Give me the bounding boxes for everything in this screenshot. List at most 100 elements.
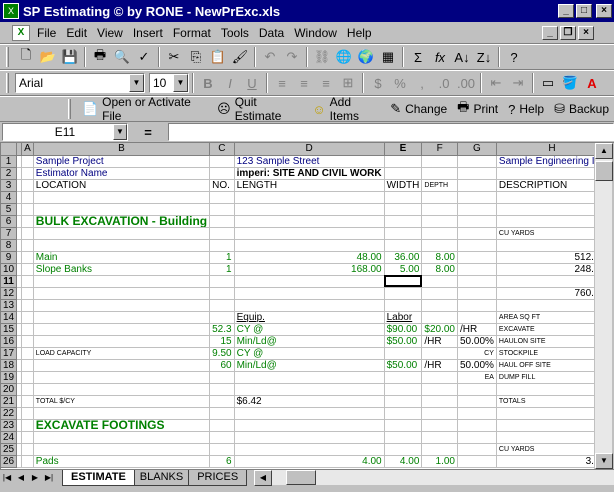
print-icon[interactable]: 🖶 <box>89 46 111 68</box>
cell-b14[interactable] <box>33 311 211 324</box>
cell-d2[interactable]: imperi: SITE AND CIVIL WORK <box>234 167 385 180</box>
redo-icon[interactable]: ↷ <box>281 46 303 68</box>
cell-b1[interactable]: Sample Project <box>33 155 211 168</box>
scroll-up-icon[interactable]: ▲ <box>595 143 613 159</box>
underline-icon[interactable]: U <box>241 72 263 94</box>
cell-c13[interactable] <box>209 299 235 312</box>
print-button[interactable]: 🖶 Print <box>452 98 503 120</box>
cell-h17[interactable]: STOCKPILE <box>496 347 594 360</box>
format-painter-icon[interactable]: 🖌 <box>229 46 251 68</box>
chevron-down-icon[interactable]: ▼ <box>113 124 127 140</box>
cell-e11[interactable] <box>384 275 423 288</box>
tab-prices[interactable]: PRICES <box>188 470 248 486</box>
cell-a1[interactable] <box>21 155 34 168</box>
cell-f9[interactable]: 8.00 <box>421 251 458 264</box>
cell-h2[interactable] <box>496 167 594 180</box>
cell-f2[interactable] <box>421 167 458 180</box>
horizontal-scroll-thumb[interactable] <box>286 470 316 485</box>
cell-e26[interactable]: 4.00 <box>384 455 423 468</box>
cell-h19[interactable]: DUMP FILL <box>496 371 594 384</box>
cell-a17[interactable] <box>21 347 34 360</box>
cell-g21[interactable] <box>457 395 497 408</box>
cell-h5[interactable] <box>496 203 594 216</box>
doc-close-button[interactable]: × <box>578 25 594 40</box>
cell-g6[interactable] <box>457 215 497 228</box>
cell-g3[interactable] <box>457 179 497 192</box>
column-header-b[interactable]: B <box>33 143 211 156</box>
cell-a19[interactable] <box>21 371 34 384</box>
borders-icon[interactable]: ▭ <box>537 72 559 94</box>
cell-b25[interactable] <box>33 443 211 456</box>
cell-h16[interactable]: HAULON SITE <box>496 335 594 348</box>
doc-restore-button[interactable]: ❐ <box>560 25 576 40</box>
cell-g17[interactable]: CY <box>457 347 497 360</box>
cell-d15[interactable]: CY @ <box>234 323 385 336</box>
cell-g12[interactable] <box>457 287 497 300</box>
cell-b19[interactable] <box>33 371 211 384</box>
cell-c14[interactable] <box>209 311 235 324</box>
cell-b4[interactable] <box>33 191 211 204</box>
row-header[interactable]: 14 <box>1 311 18 324</box>
paste-icon[interactable]: 📋 <box>207 46 229 68</box>
name-box[interactable]: E11 ▼ <box>2 123 128 141</box>
cell-f22[interactable] <box>421 407 458 420</box>
column-header-c[interactable]: C <box>209 143 235 156</box>
first-sheet-icon[interactable]: |◀ <box>0 470 14 485</box>
font-size-select[interactable]: 10 ▼ <box>149 73 189 93</box>
cell-a15[interactable] <box>21 323 34 336</box>
cell-f12[interactable] <box>421 287 458 300</box>
align-center-icon[interactable]: ≡ <box>293 72 315 94</box>
cell-f10[interactable]: 8.00 <box>421 263 458 276</box>
cell-d1[interactable]: 123 Sample Street <box>234 155 385 168</box>
cell-h23[interactable] <box>496 419 594 432</box>
row-header[interactable]: 2 <box>1 167 18 180</box>
cell-e18[interactable]: $50.00 <box>384 359 423 372</box>
cell-e4[interactable] <box>384 191 423 204</box>
row-header[interactable]: 11 <box>1 275 18 288</box>
globe-icon[interactable]: 🌍 <box>355 46 377 68</box>
cell-e22[interactable] <box>384 407 423 420</box>
cell-d12[interactable] <box>234 287 385 300</box>
cell-f13[interactable] <box>421 299 458 312</box>
cell-f25[interactable] <box>421 443 458 456</box>
workbook-icon[interactable]: X <box>12 24 30 41</box>
cell-h20[interactable] <box>496 383 594 396</box>
cell-a24[interactable] <box>21 431 34 444</box>
cell-e13[interactable] <box>384 299 423 312</box>
menu-format[interactable]: Format <box>168 26 216 40</box>
cell-d3[interactable]: LENGTH <box>234 179 385 192</box>
cell-h26[interactable]: 3.56 <box>496 455 594 468</box>
cell-f18[interactable]: /HR <box>421 359 458 372</box>
cell-g9[interactable] <box>457 251 497 264</box>
insert-hyperlink-icon[interactable]: ⛓ <box>311 46 333 68</box>
cell-e10[interactable]: 5.00 <box>384 263 423 276</box>
scroll-down-icon[interactable]: ▼ <box>595 453 613 469</box>
cell-a13[interactable] <box>21 299 34 312</box>
cell-c17[interactable]: 9.50 <box>209 347 235 360</box>
cell-e2[interactable] <box>384 167 423 180</box>
cell-h10[interactable]: 248.91 <box>496 263 594 276</box>
cell-h3[interactable]: DESCRIPTION <box>496 179 594 192</box>
cell-f26[interactable]: 1.00 <box>421 455 458 468</box>
sort-ascending-icon[interactable]: A↓ <box>451 46 473 68</box>
cell-h4[interactable] <box>496 191 594 204</box>
cell-b24[interactable] <box>33 431 211 444</box>
cell-c18[interactable]: 60 <box>209 359 235 372</box>
cell-d20[interactable] <box>234 383 385 396</box>
row-header[interactable]: 18 <box>1 359 18 372</box>
cell-b12[interactable] <box>33 287 211 300</box>
cell-f24[interactable] <box>421 431 458 444</box>
cell-f17[interactable] <box>421 347 458 360</box>
cell-b21[interactable]: TOTAL $/CY <box>33 395 211 408</box>
cell-e9[interactable]: 36.00 <box>384 251 423 264</box>
fill-color-icon[interactable]: 🪣 <box>559 72 581 94</box>
worksheet[interactable]: ABCDEFGHIJKLM 1Sample Project123 Sample … <box>0 143 594 469</box>
chevron-down-icon[interactable]: ▼ <box>129 74 144 92</box>
cell-c26[interactable]: 6 <box>209 455 235 468</box>
office-assistant-icon[interactable]: ? <box>503 46 525 68</box>
cell-grid[interactable]: ABCDEFGHIJKLM 1Sample Project123 Sample … <box>1 143 594 468</box>
cell-e21[interactable] <box>384 395 423 408</box>
cell-a25[interactable] <box>21 443 34 456</box>
cell-h15[interactable]: EXCAVATE <box>496 323 594 336</box>
cell-a18[interactable] <box>21 359 34 372</box>
